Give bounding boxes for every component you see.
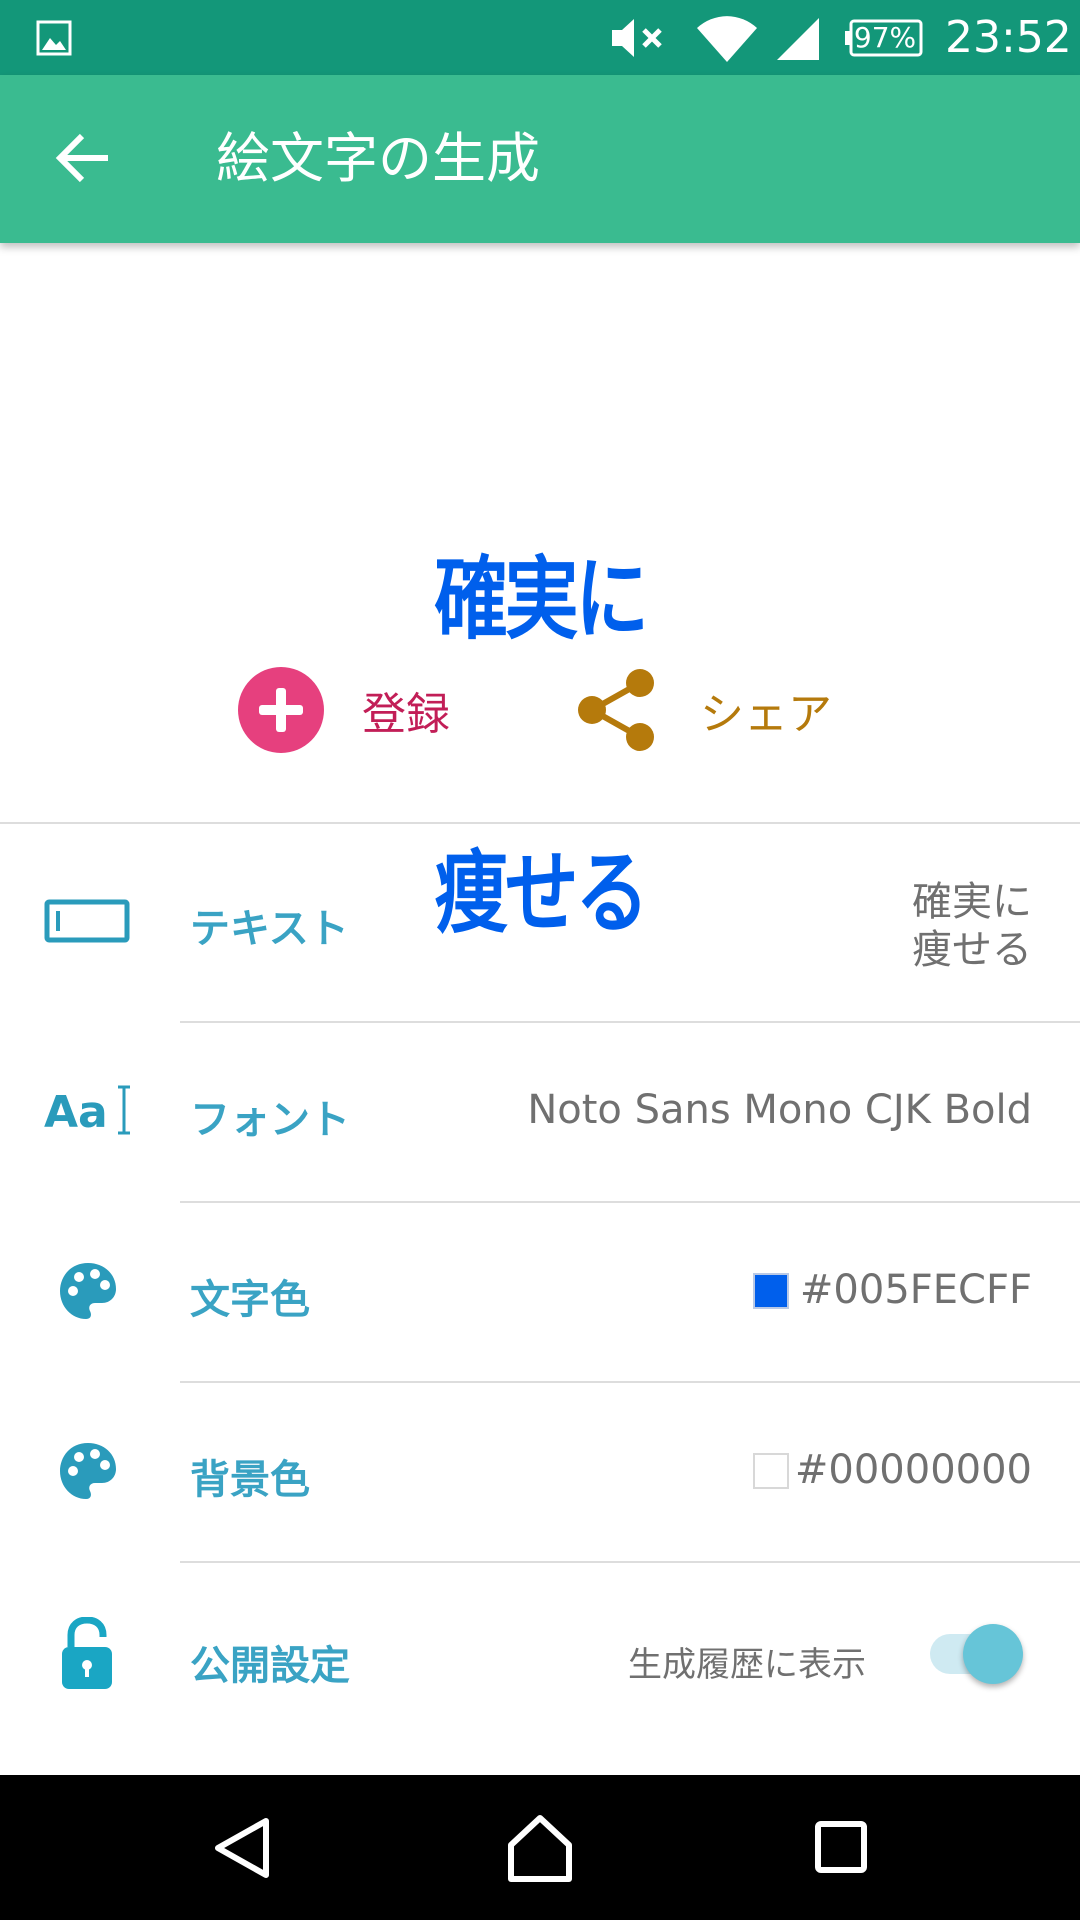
setting-value-text-color: #005FECFF — [799, 1267, 1032, 1313]
setting-row-visibility[interactable]: 公開設定 生成履歴に表示 — [0, 1563, 1080, 1773]
setting-label-visibility: 公開設定 — [190, 1643, 350, 1689]
setting-row-bg-color[interactable]: 背景色 #00000000 — [0, 1383, 1080, 1561]
share-button[interactable]: シェア — [576, 660, 832, 760]
font-icon: Aa — [44, 1085, 130, 1135]
wifi-icon — [697, 16, 757, 62]
setting-label-text-color: 文字色 — [190, 1277, 310, 1323]
setting-value-visibility: 生成履歴に表示 — [628, 1645, 866, 1685]
recents-icon[interactable] — [815, 1821, 867, 1873]
navigation-bar — [0, 1775, 1080, 1920]
emoji-preview: 確実に 痩せる — [340, 355, 740, 943]
setting-label-bg-color: 背景色 — [190, 1457, 310, 1503]
arrow-left-icon[interactable] — [54, 128, 114, 188]
setting-value-text-line-2: 痩せる — [912, 927, 1032, 973]
palette-icon — [60, 1443, 116, 1499]
svg-text:Aa: Aa — [44, 1087, 108, 1135]
setting-value-text-line-1: 確実に — [912, 879, 1032, 925]
register-label: 登録 — [362, 689, 450, 740]
lock-open-icon — [62, 1617, 112, 1689]
color-swatch — [753, 1273, 789, 1309]
visibility-toggle-thumb[interactable] — [963, 1624, 1023, 1684]
share-icon — [578, 669, 654, 751]
mute-icon — [612, 19, 662, 57]
back-triangle-icon[interactable] — [210, 1815, 274, 1881]
share-label: シェア — [700, 689, 832, 740]
setting-value-bg-color: #00000000 — [794, 1447, 1032, 1493]
setting-label-font: フォント — [190, 1097, 350, 1143]
palette-icon — [60, 1263, 116, 1319]
setting-label-text: テキスト — [190, 906, 349, 952]
battery-level: 97% — [853, 21, 917, 54]
gallery-icon — [36, 20, 72, 56]
clock: 23:52 — [945, 12, 1072, 63]
status-bar: 97% 23:52 — [0, 0, 1080, 75]
setting-row-text[interactable]: テキスト 確実に 痩せる — [0, 824, 1080, 1022]
setting-row-text-color[interactable]: 文字色 #005FECFF — [0, 1203, 1080, 1381]
page-title: 絵文字の生成 — [216, 127, 540, 190]
setting-value-text: 確実に 痩せる — [912, 878, 1032, 974]
text-field-icon — [44, 899, 130, 943]
setting-value-font: Noto Sans Mono CJK Bold — [527, 1087, 1032, 1133]
color-swatch — [753, 1453, 789, 1489]
app-bar: 絵文字の生成 — [0, 75, 1080, 243]
home-icon[interactable] — [505, 1813, 575, 1883]
setting-row-font[interactable]: Aa フォント Noto Sans Mono CJK Bold — [0, 1023, 1080, 1201]
preview-line-1: 確実に — [434, 547, 649, 652]
plus-icon — [238, 667, 324, 753]
register-button[interactable]: 登録 — [238, 660, 450, 760]
signal-icon — [777, 18, 819, 60]
